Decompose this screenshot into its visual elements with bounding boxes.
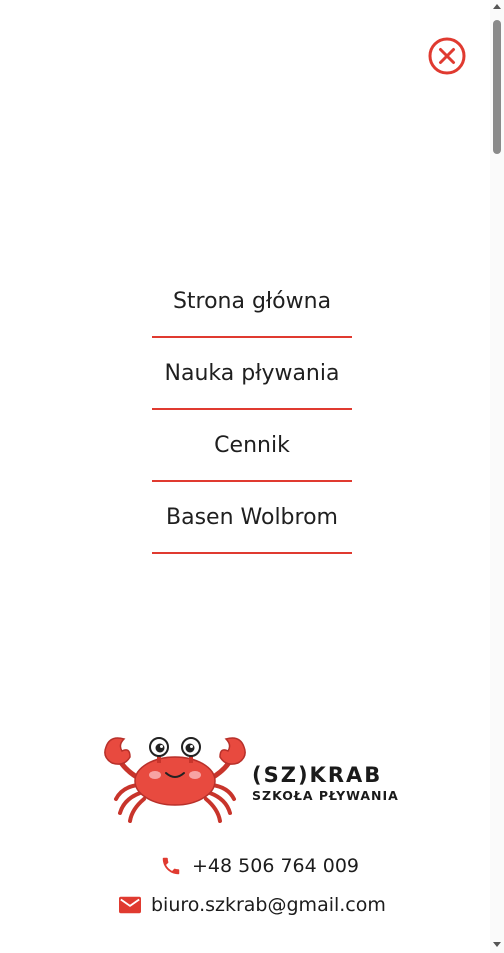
- main-menu: Strona główna Nauka pływania Cennik Base…: [152, 268, 352, 556]
- menu-item-home[interactable]: Strona główna: [152, 268, 352, 338]
- phone-icon: [162, 857, 180, 875]
- contact-phone[interactable]: +48 506 764 009: [160, 855, 359, 877]
- contact-email[interactable]: biuro.szkrab@gmail.com: [119, 894, 386, 916]
- menu-item-swimming-lessons[interactable]: Nauka pływania: [152, 340, 352, 410]
- brand-tagline: SZKOŁA PŁYWANIA: [252, 788, 399, 803]
- menu-item-pricing[interactable]: Cennik: [152, 412, 352, 482]
- scroll-down-arrow-icon[interactable]: [493, 942, 501, 947]
- close-menu-button[interactable]: [428, 37, 466, 75]
- menu-item-pool-wolbrom[interactable]: Basen Wolbrom: [152, 484, 352, 554]
- email-address: biuro.szkrab@gmail.com: [151, 894, 386, 916]
- phone-number: +48 506 764 009: [192, 855, 360, 877]
- scrollbar-thumb[interactable]: [493, 20, 501, 154]
- envelope-icon: [119, 896, 141, 914]
- brand: (SZ)KRAB SZKOŁA PŁYWANIA: [252, 763, 399, 805]
- scrollbar[interactable]: [490, 0, 504, 953]
- scroll-up-arrow-icon[interactable]: [493, 4, 501, 9]
- brand-name: (SZ)KRAB: [252, 763, 383, 787]
- close-icon: [428, 37, 466, 75]
